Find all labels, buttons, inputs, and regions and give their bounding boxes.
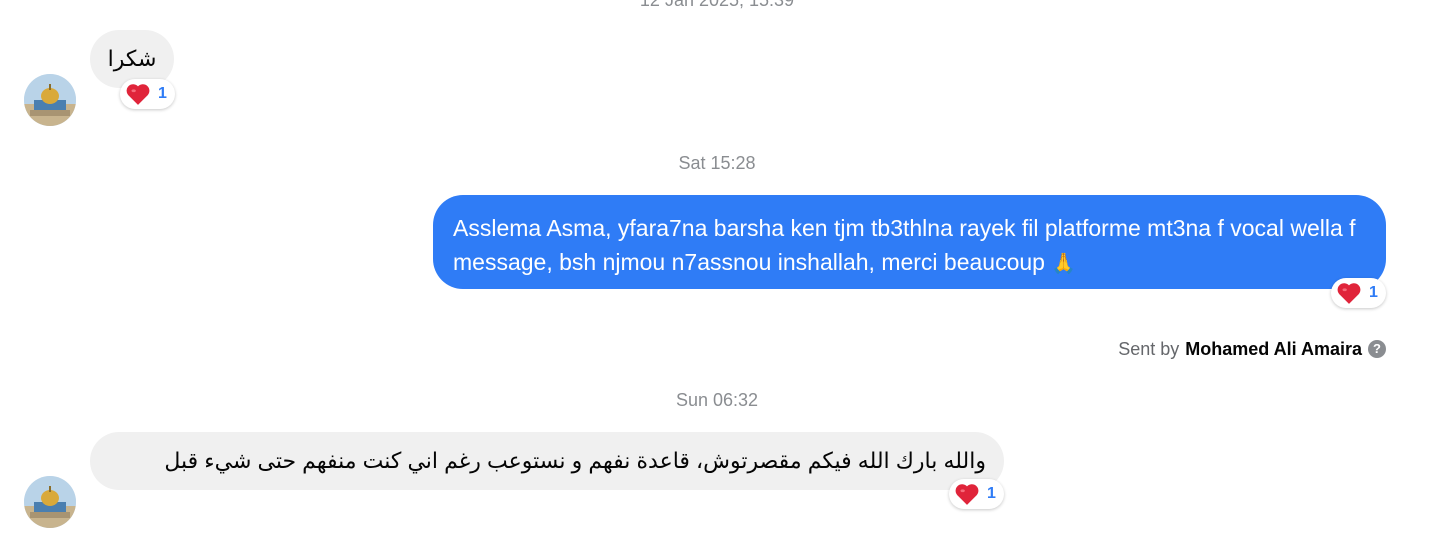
avatar[interactable] bbox=[24, 476, 76, 528]
help-icon[interactable]: ? bbox=[1368, 340, 1386, 358]
heart-icon bbox=[1337, 283, 1361, 304]
reaction-count: 1 bbox=[987, 485, 996, 502]
reaction-count: 1 bbox=[1369, 284, 1378, 301]
reaction-count: 1 bbox=[158, 85, 167, 102]
sent-by-prefix: Sent by bbox=[1118, 339, 1180, 359]
heart-icon bbox=[126, 84, 150, 105]
reaction-badge[interactable]: 1 bbox=[949, 479, 1004, 509]
heart-icon bbox=[955, 484, 979, 505]
reaction-badge[interactable]: 1 bbox=[120, 79, 175, 109]
avatar-image bbox=[24, 476, 76, 528]
message-thread: 12 Jan 2025, 15:39 شكرا 1 Sat 15:28 Assl… bbox=[0, 0, 1434, 556]
sender-name[interactable]: Mohamed Ali Amaira bbox=[1185, 338, 1362, 360]
message-bubble-outgoing[interactable]: Asslema Asma, yfara7na barsha ken tjm tb… bbox=[433, 195, 1386, 289]
timestamp-divider: Sat 15:28 bbox=[678, 153, 756, 173]
timestamp-divider: 12 Jan 2025, 15:39 bbox=[639, 0, 795, 10]
message-text: Asslema Asma, yfara7na barsha ken tjm tb… bbox=[453, 215, 1356, 275]
avatar-image bbox=[24, 74, 76, 126]
reaction-badge[interactable]: 1 bbox=[1331, 278, 1386, 308]
message-bubble-incoming[interactable]: والله بارك الله فيكم مقصرتوش، قاعدة نفهم… bbox=[90, 432, 1004, 490]
sent-by-label: Sent by Mohamed Ali Amaira ? bbox=[1118, 338, 1386, 360]
timestamp-divider: Sun 06:32 bbox=[675, 390, 759, 410]
avatar[interactable] bbox=[24, 74, 76, 126]
pray-emoji: 🙏 bbox=[1051, 253, 1077, 275]
